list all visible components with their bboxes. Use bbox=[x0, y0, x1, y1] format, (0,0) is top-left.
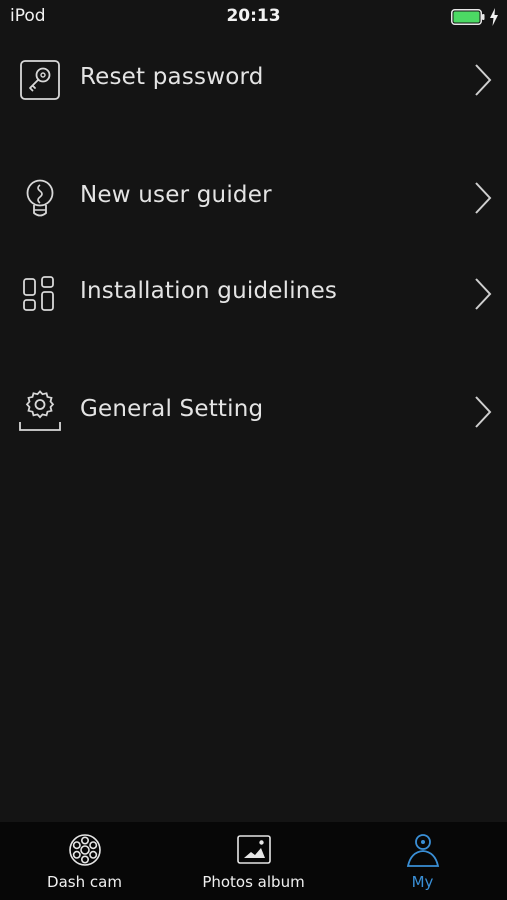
chevron-right-icon bbox=[475, 182, 492, 214]
tab-label: Dash cam bbox=[47, 873, 122, 891]
battery-icon bbox=[451, 9, 485, 25]
camera-lens-icon bbox=[68, 834, 101, 866]
menu-item-new-user-guider[interactable]: New user guider bbox=[0, 158, 507, 238]
chevron-right-icon bbox=[475, 64, 492, 96]
grid-blocks-icon bbox=[23, 276, 54, 311]
menu-item-label: Reset password bbox=[80, 64, 264, 90]
chevron-right-icon bbox=[475, 396, 492, 428]
charging-bolt-icon bbox=[490, 8, 498, 26]
person-icon bbox=[406, 834, 439, 867]
key-icon bbox=[20, 60, 60, 100]
menu-item-general-setting[interactable]: General Setting bbox=[0, 372, 507, 452]
menu-item-label: Installation guidelines bbox=[80, 278, 338, 304]
status-bar: iPod 20:13 bbox=[0, 0, 507, 34]
gear-icon bbox=[19, 390, 61, 431]
chevron-right-icon bbox=[475, 278, 492, 310]
menu-item-reset-password[interactable]: Reset password bbox=[0, 40, 507, 120]
menu-item-label: General Setting bbox=[80, 396, 264, 422]
lightbulb-icon bbox=[26, 179, 54, 217]
menu-item-installation-guidelines[interactable]: Installation guidelines bbox=[0, 254, 507, 334]
menu-item-label: New user guider bbox=[80, 182, 272, 208]
photo-icon bbox=[236, 835, 271, 864]
tab-label: My bbox=[411, 873, 434, 891]
tab-label: Photos album bbox=[202, 873, 305, 891]
tab-dash-cam[interactable]: Dash cam bbox=[0, 822, 169, 900]
tab-photos-album[interactable]: Photos album bbox=[169, 822, 338, 900]
tab-my[interactable]: My bbox=[338, 822, 507, 900]
status-time: 20:13 bbox=[226, 6, 281, 26]
tab-bar: Dash cam Photos album My bbox=[0, 822, 507, 900]
